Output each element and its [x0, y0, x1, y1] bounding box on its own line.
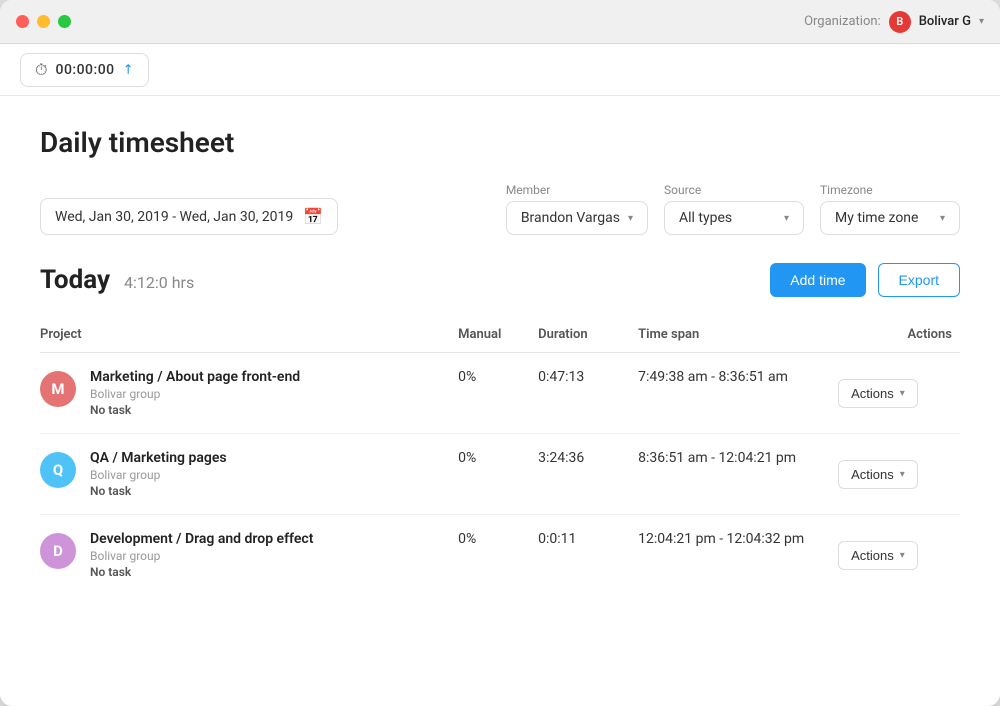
app-window: Organization: B Bolivar G ▾ ⏱ 00:00:00 ↗…: [0, 0, 1000, 706]
timer-link-icon[interactable]: ↗: [119, 60, 137, 78]
timezone-filter-group: Timezone My time zone ▾: [820, 183, 960, 235]
actions-button-1[interactable]: Actions ▾: [838, 460, 918, 489]
table-row: M Marketing / About page front-end Boliv…: [40, 353, 960, 434]
actions-caret-icon-0: ▾: [900, 388, 905, 399]
project-avatar-2: D: [40, 533, 76, 569]
org-info: Organization: B Bolivar G ▾: [804, 11, 984, 33]
actions-button-2[interactable]: Actions ▾: [838, 541, 918, 570]
project-avatar-1: Q: [40, 452, 76, 488]
project-group-1: Bolivar group: [90, 468, 227, 482]
today-bar: Today 4:12:0 hrs Add time Export: [40, 263, 960, 297]
timer-time: 00:00:00: [55, 62, 114, 78]
manual-cell-0: 0%: [458, 353, 538, 434]
today-actions: Add time Export: [770, 263, 960, 297]
timer-icon: ⏱: [35, 60, 47, 80]
actions-cell-0: Actions ▾: [838, 353, 960, 434]
col-manual-header: Manual: [458, 317, 538, 353]
timer-bar: ⏱ 00:00:00 ↗: [0, 44, 1000, 96]
table-row: Q QA / Marketing pages Bolivar group No …: [40, 434, 960, 515]
source-filter-select[interactable]: All types ▾: [664, 201, 804, 235]
project-name-0: Marketing / About page front-end: [90, 369, 300, 385]
project-name-1: QA / Marketing pages: [90, 450, 227, 466]
project-task-1: No task: [90, 484, 227, 498]
source-filter-group: Source All types ▾: [664, 183, 804, 235]
filters-row: Wed, Jan 30, 2019 - Wed, Jan 30, 2019 📅 …: [40, 183, 960, 235]
project-cell-1: Q QA / Marketing pages Bolivar group No …: [40, 434, 458, 515]
project-avatar-0: M: [40, 371, 76, 407]
main-content: Daily timesheet Wed, Jan 30, 2019 - Wed,…: [0, 96, 1000, 706]
actions-cell-1: Actions ▾: [838, 434, 960, 515]
traffic-lights: [16, 15, 71, 28]
actions-button-0[interactable]: Actions ▾: [838, 379, 918, 408]
timezone-chevron-icon: ▾: [940, 213, 945, 224]
date-picker[interactable]: Wed, Jan 30, 2019 - Wed, Jan 30, 2019 📅: [40, 198, 338, 235]
org-name: Bolivar G: [919, 14, 971, 29]
date-range-text: Wed, Jan 30, 2019 - Wed, Jan 30, 2019: [55, 209, 293, 225]
timespan-cell-0: 7:49:38 am - 8:36:51 am: [638, 353, 838, 434]
timezone-filter-value: My time zone: [835, 210, 918, 226]
timespan-cell-1: 8:36:51 am - 12:04:21 pm: [638, 434, 838, 515]
duration-cell-1: 3:24:36: [538, 434, 638, 515]
timezone-filter-label: Timezone: [820, 183, 960, 197]
table-header-row: Project Manual Duration Time span Action…: [40, 317, 960, 353]
project-task-0: No task: [90, 403, 300, 417]
member-filter-value: Brandon Vargas: [521, 210, 620, 226]
maximize-button[interactable]: [58, 15, 71, 28]
org-chevron-icon[interactable]: ▾: [979, 16, 984, 27]
project-name-2: Development / Drag and drop effect: [90, 531, 313, 547]
org-label: Organization:: [804, 14, 881, 29]
close-button[interactable]: [16, 15, 29, 28]
manual-cell-1: 0%: [458, 434, 538, 515]
today-hours: 4:12:0 hrs: [124, 273, 194, 292]
member-chevron-icon: ▾: [628, 213, 633, 224]
project-cell-0: M Marketing / About page front-end Boliv…: [40, 353, 458, 434]
project-cell-2: D Development / Drag and drop effect Bol…: [40, 515, 458, 596]
actions-caret-icon-1: ▾: [900, 469, 905, 480]
actions-label-2: Actions: [851, 548, 894, 563]
actions-cell-2: Actions ▾: [838, 515, 960, 596]
source-chevron-icon: ▾: [784, 213, 789, 224]
manual-cell-2: 0%: [458, 515, 538, 596]
minimize-button[interactable]: [37, 15, 50, 28]
org-avatar: B: [889, 11, 911, 33]
project-task-2: No task: [90, 565, 313, 579]
member-filter-group: Member Brandon Vargas ▾: [506, 183, 648, 235]
actions-label-1: Actions: [851, 467, 894, 482]
col-project-header: Project: [40, 317, 458, 353]
timespan-cell-2: 12:04:21 pm - 12:04:32 pm: [638, 515, 838, 596]
timer-display[interactable]: ⏱ 00:00:00 ↗: [20, 53, 149, 87]
project-group-2: Bolivar group: [90, 549, 313, 563]
calendar-icon: 📅: [303, 207, 323, 226]
member-filter-label: Member: [506, 183, 648, 197]
page-title: Daily timesheet: [40, 126, 960, 159]
project-group-0: Bolivar group: [90, 387, 300, 401]
col-actions-header: Actions: [838, 317, 960, 353]
source-filter-value: All types: [679, 210, 732, 226]
actions-label-0: Actions: [851, 386, 894, 401]
actions-caret-icon-2: ▾: [900, 550, 905, 561]
member-filter-select[interactable]: Brandon Vargas ▾: [506, 201, 648, 235]
today-info: Today 4:12:0 hrs: [40, 265, 194, 295]
timezone-filter-select[interactable]: My time zone ▾: [820, 201, 960, 235]
source-filter-label: Source: [664, 183, 804, 197]
today-label: Today: [40, 265, 110, 295]
timesheet-table: Project Manual Duration Time span Action…: [40, 317, 960, 595]
table-row: D Development / Drag and drop effect Bol…: [40, 515, 960, 596]
duration-cell-0: 0:47:13: [538, 353, 638, 434]
export-button[interactable]: Export: [878, 263, 960, 297]
titlebar: Organization: B Bolivar G ▾: [0, 0, 1000, 44]
duration-cell-2: 0:0:11: [538, 515, 638, 596]
add-time-button[interactable]: Add time: [770, 263, 865, 297]
col-duration-header: Duration: [538, 317, 638, 353]
col-timespan-header: Time span: [638, 317, 838, 353]
